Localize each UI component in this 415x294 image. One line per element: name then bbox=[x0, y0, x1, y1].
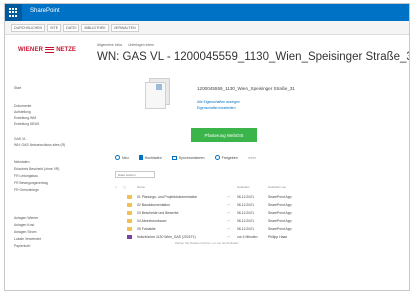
item-menu-icon[interactable]: ··· bbox=[227, 195, 230, 199]
logo[interactable]: WIENER NETZE bbox=[18, 47, 76, 53]
nav-item-grenzsbuerge[interactable]: FR Grenzsbürge bbox=[14, 188, 39, 192]
ribbon-tab-datei[interactable]: DATEI bbox=[63, 24, 80, 32]
nav-item-erstellung-wm[interactable]: Erstellung WM bbox=[14, 116, 36, 120]
ribbon-tab-bibliothek[interactable]: BIBLIOTHEK bbox=[81, 24, 109, 32]
logo-stripes-icon bbox=[44, 47, 55, 53]
brand-label[interactable]: SharePoint bbox=[30, 8, 60, 14]
sync-icon bbox=[171, 155, 177, 160]
list-item[interactable]: 01 Planungs- und Projektdokumentation ··… bbox=[115, 193, 405, 201]
folder-icon bbox=[127, 211, 132, 215]
nav-item-dokumente[interactable]: Dokumente bbox=[14, 104, 31, 108]
select-all-checkbox[interactable]: ✓ bbox=[115, 185, 118, 189]
item-name[interactable]: 04 Abrechnunbaum bbox=[137, 219, 166, 223]
suite-bar: SharePoint bbox=[5, 4, 409, 21]
item-name[interactable]: 02 Baudokumentation bbox=[137, 203, 170, 207]
list-item[interactable]: 04 Abrechnunbaum ··· 06.12.2021 SharePoi… bbox=[115, 217, 405, 225]
item-name[interactable]: Notizbücher 1130 Wien_GAS (2021F1) bbox=[137, 235, 196, 239]
sync-label: Synchronisieren bbox=[178, 155, 205, 160]
edit-properties-link[interactable]: Eigenschaften bearbeiten bbox=[197, 106, 235, 110]
nav-item-netzdaten[interactable]: Netzdaten bbox=[14, 160, 29, 164]
item-modified-by[interactable]: SharePoint App bbox=[268, 227, 292, 231]
search-input[interactable] bbox=[115, 171, 155, 178]
app-launcher-icon[interactable] bbox=[5, 4, 22, 21]
nav-item-gas-vl[interactable]: GAS VL bbox=[14, 137, 26, 141]
nav-item-anlagen-kost[interactable]: Anlagen Kost bbox=[14, 223, 34, 227]
item-name[interactable]: 05 Fotoaktie bbox=[137, 227, 156, 231]
nav-item-lokale-verwendet[interactable]: Lokale Verwendet bbox=[14, 237, 41, 241]
item-date: 06.12.2021 bbox=[237, 211, 254, 215]
item-modified-by[interactable]: SharePoint App bbox=[268, 211, 292, 215]
site-name: 1200045559_1130_Wien_Speisinger Straße_3… bbox=[197, 86, 295, 91]
breadcrumb-item[interactable]: Allgemeine Infos bbox=[97, 43, 122, 47]
nav-item-erstellung-neus[interactable]: Erstellung NEUS bbox=[14, 122, 39, 126]
column-header-modified-by[interactable]: Geändert von bbox=[268, 185, 286, 189]
folder-icon bbox=[127, 227, 132, 231]
item-date: vor 4 Minuten bbox=[237, 235, 258, 239]
nav-item-leitungsbau[interactable]: FR Leitungsbau bbox=[14, 174, 38, 178]
more-button[interactable]: mehr bbox=[248, 156, 256, 160]
new-label: Neu bbox=[122, 155, 129, 160]
ribbon-tab-site[interactable]: SITE bbox=[47, 24, 62, 32]
new-button[interactable]: Neu bbox=[115, 155, 129, 160]
item-menu-icon[interactable]: ··· bbox=[227, 211, 230, 215]
command-bar: Neu Hochladen Synchronisieren Freigeben … bbox=[115, 155, 256, 160]
item-modified-by[interactable]: SharePoint App bbox=[268, 203, 292, 207]
item-menu-icon[interactable]: ··· bbox=[227, 203, 230, 207]
folder-icon bbox=[127, 195, 132, 199]
window: SharePoint DURCHSUCHEN SITE DATEI BIBLIO… bbox=[4, 3, 410, 291]
ribbon-tab-durchsuchen[interactable]: DURCHSUCHEN bbox=[11, 24, 46, 32]
item-date: 06.12.2021 bbox=[237, 195, 254, 199]
column-header-name[interactable]: Name bbox=[137, 185, 145, 189]
breadcrumb-item[interactable]: Unterlagen intern bbox=[128, 43, 154, 47]
logo-text-netze: NETZE bbox=[56, 47, 76, 53]
item-name[interactable]: 03 Bescheide und Bewerbe bbox=[137, 211, 178, 215]
item-date: 06.12.2021 bbox=[237, 219, 254, 223]
page-title: WN: GAS VL - 1200045559_1130_Wien_Speisi… bbox=[97, 51, 410, 63]
plus-icon bbox=[115, 155, 120, 160]
site-document-icon bbox=[143, 76, 173, 110]
nav-item-start[interactable]: Start bbox=[14, 86, 21, 90]
item-name[interactable]: 01 Planungs- und Projektdokumentation bbox=[137, 195, 197, 199]
more-label: mehr bbox=[247, 155, 256, 160]
upload-button[interactable]: Hochladen bbox=[138, 155, 162, 160]
nav-item-anlagen-wiener[interactable]: Anlagen Wiener bbox=[14, 216, 38, 220]
logo-text-wiener: WIENER bbox=[18, 47, 44, 53]
item-date: 06.12.2021 bbox=[237, 227, 254, 231]
view-properties-link[interactable]: Alle Eigenschaften anzeigen bbox=[197, 100, 240, 104]
list-item[interactable]: Notizbücher 1130 Wien_GAS (2021F1) ··· v… bbox=[115, 233, 405, 241]
sync-button[interactable]: Synchronisieren bbox=[171, 155, 205, 160]
item-date: 06.12.2021 bbox=[237, 203, 254, 207]
item-menu-icon[interactable]: ··· bbox=[227, 219, 230, 223]
nav-item-aufstellung[interactable]: Aufstellung bbox=[14, 110, 31, 114]
list-header: ✓ ▢ Name Geändert Geändert von bbox=[115, 184, 405, 191]
item-menu-icon[interactable]: ··· bbox=[227, 235, 230, 239]
drop-files-hint: Ziehen Sie Dateien hierher, um sie hochz… bbox=[175, 241, 239, 245]
list-item[interactable]: 02 Baudokumentation ··· 06.12.2021 Share… bbox=[115, 201, 405, 209]
share-label: Freigeben bbox=[221, 155, 238, 160]
folder-icon bbox=[127, 219, 132, 223]
nav-item-netzanschluss[interactable]: WN: GAS Netzanschluss sites (R) bbox=[14, 143, 65, 147]
share-button[interactable]: Freigeben bbox=[214, 155, 238, 160]
webgis-button[interactable]: Pfusterung WebGIS bbox=[191, 128, 257, 142]
upload-icon bbox=[138, 155, 143, 160]
nav-item-papierkorb[interactable]: Papierkorb bbox=[14, 244, 30, 248]
column-header-modified[interactable]: Geändert bbox=[237, 185, 250, 189]
nav-item-bewegungsvertrag[interactable]: FR Bewegungsvertrag bbox=[14, 181, 48, 185]
list-item[interactable]: 03 Bescheide und Bewerbe ··· 06.12.2021 … bbox=[115, 209, 405, 217]
item-modified-by[interactable]: SharePoint App bbox=[268, 219, 292, 223]
ribbon: DURCHSUCHEN SITE DATEI BIBLIOTHEK VERWAL… bbox=[5, 21, 409, 35]
type-column-icon: ▢ bbox=[123, 185, 126, 189]
share-icon bbox=[214, 155, 220, 160]
item-modified-by[interactable]: Philipp Haas bbox=[268, 235, 287, 239]
onenote-icon bbox=[127, 235, 132, 239]
breadcrumb: Allgemeine Infos Unterlagen intern bbox=[97, 43, 154, 47]
list-item[interactable]: 05 Fotoaktie ··· 06.12.2021 SharePoint A… bbox=[115, 225, 405, 233]
upload-label: Hochladen bbox=[144, 155, 162, 160]
nav-item-erlaubnis-bescheid[interactable]: Erlaubnis Bescheid (ohne VR) bbox=[14, 167, 59, 171]
folder-icon bbox=[127, 203, 132, 207]
nav-item-anlagen-strom[interactable]: Anlagen Strom bbox=[14, 230, 36, 234]
ribbon-tab-verwalten[interactable]: VERWALTEN bbox=[110, 24, 139, 32]
item-menu-icon[interactable]: ··· bbox=[227, 227, 230, 231]
item-modified-by[interactable]: SharePoint App bbox=[268, 195, 292, 199]
